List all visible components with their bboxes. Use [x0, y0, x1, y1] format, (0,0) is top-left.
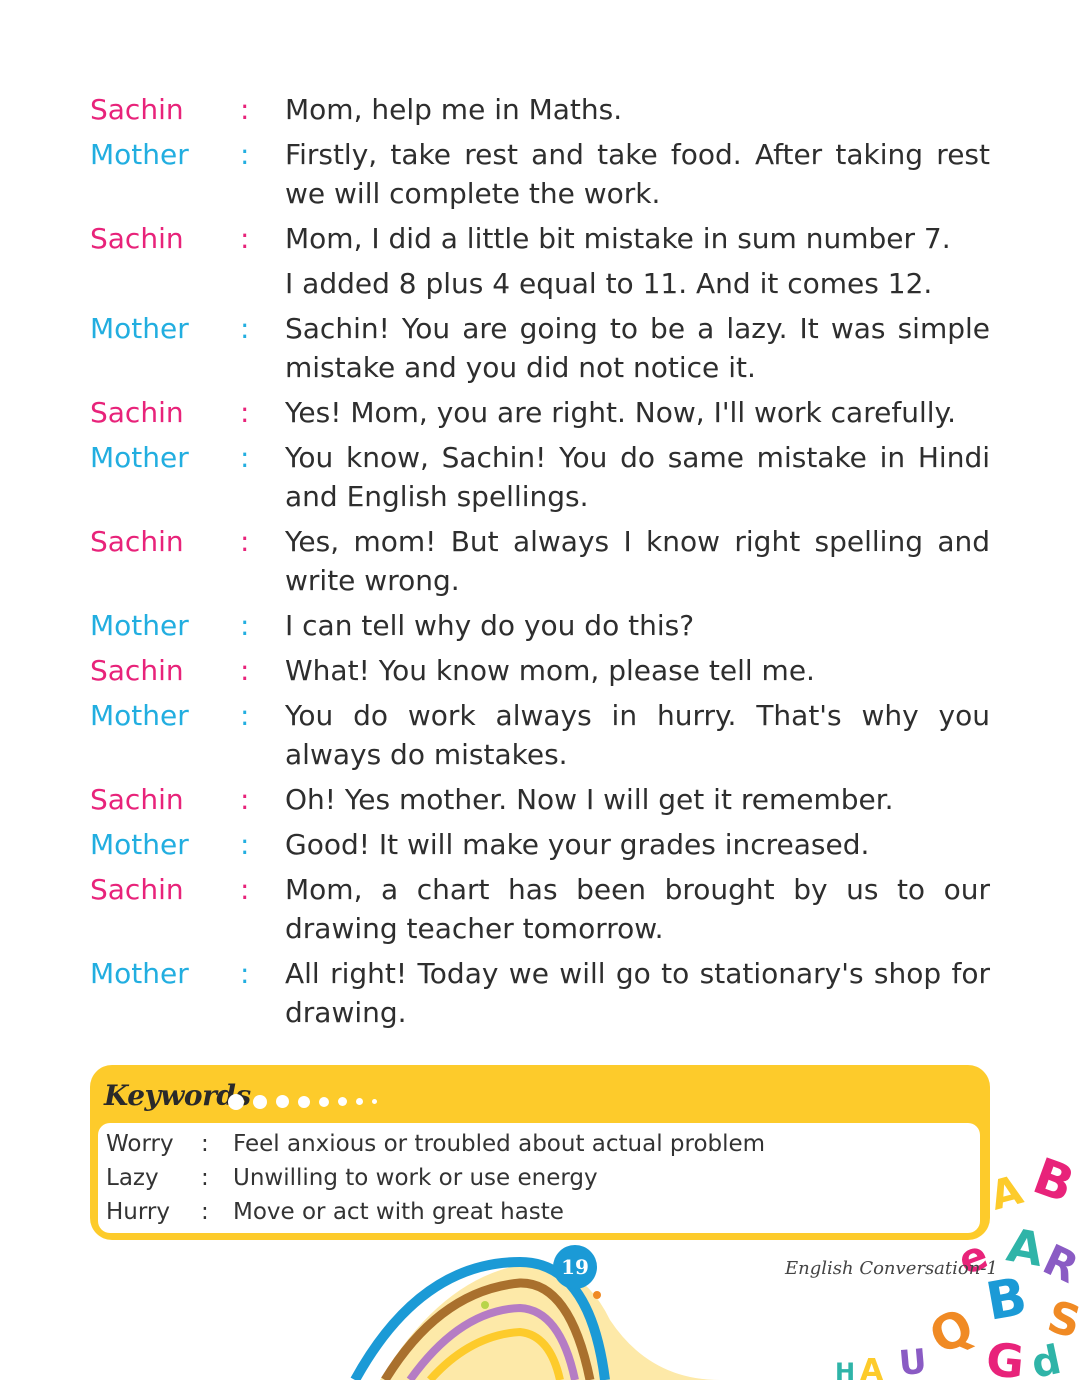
svg-text:A: A [986, 1167, 1028, 1219]
svg-text:G: G [984, 1332, 1026, 1380]
svg-text:B: B [1026, 1147, 1080, 1215]
svg-text:Q: Q [921, 1298, 982, 1366]
svg-text:U: U [897, 1342, 928, 1380]
page-number-badge: 19 [553, 1245, 597, 1289]
svg-text:H: H [835, 1358, 855, 1380]
decorative-artwork: B A A e R B S Q G d U A H [350, 1147, 1080, 1380]
book-title: English Conversation-1 [785, 1258, 998, 1279]
svg-text:A: A [860, 1353, 884, 1380]
